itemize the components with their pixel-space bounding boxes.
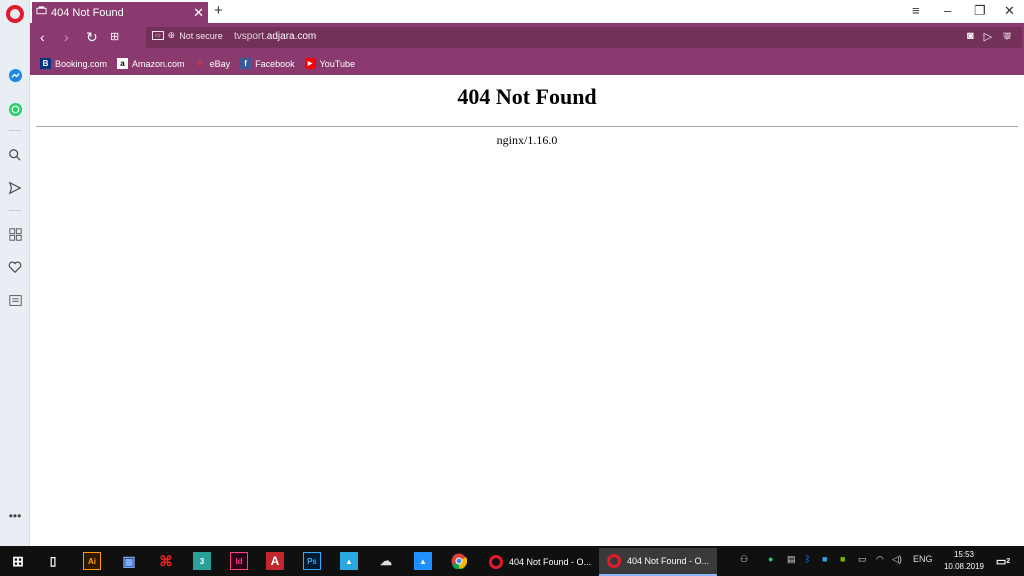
3ds-icon[interactable]: 3 [193,552,211,570]
opera-icon [489,555,503,569]
clock[interactable]: 15:53 10.08.2019 [944,549,984,573]
server-signature: nginx/1.16.0 [496,133,558,147]
ebay-icon: e [197,59,203,68]
back-icon[interactable]: ‹ [40,29,45,45]
send-icon[interactable] [7,180,23,196]
taskbar: ⊞ ▯ Ai ▣ ⌘ 3 Id A Ps ▲ ☁ ▲ 404 Not Found… [0,546,1024,576]
speed-dial-icon[interactable] [7,226,23,242]
taskbar-opera-window-active[interactable]: 404 Not Found - O... [599,548,717,576]
bookmark-label: Amazon.com [132,58,185,69]
storage-icon[interactable]: ▤ [787,554,796,565]
messenger-icon[interactable] [7,67,23,83]
url-domain: adjara.com [266,31,317,42]
news-icon[interactable] [7,292,23,308]
bookmarks-bar: B Booking.com a Amazon.com e eBay f Face… [30,52,1024,75]
whatsapp-icon[interactable] [7,101,23,117]
send-icon[interactable]: ▷ [984,30,992,43]
battery-icon[interactable]: ▭ [858,554,867,565]
close-icon[interactable]: ✕ [193,5,204,21]
app-tray-icon[interactable]: ■ [822,554,827,564]
youtube-icon: ▶ [304,58,316,69]
taskbar-task-label: 404 Not Found - O... [509,557,592,567]
more-icon[interactable]: ••• [7,508,23,524]
bookmark-label: Facebook [255,58,295,69]
bookmark-facebook[interactable]: f Facebook [240,58,295,69]
new-tab-button[interactable]: + [214,2,223,19]
globe-icon: ⊕ [167,30,176,40]
badge-icon: ▭ [152,31,164,40]
easy-setup-icon[interactable]: ≡ [1004,29,1011,43]
notification-count: 2 [1006,557,1011,565]
clock-time: 15:53 [953,550,974,559]
bookmark-label: eBay [209,58,231,69]
task-view-icon[interactable]: ▯ [44,552,62,570]
nvidia-icon[interactable]: ■ [840,554,845,564]
divider [36,126,1018,127]
notifications-icon[interactable]: ▭ 2 [994,552,1012,570]
people-icon[interactable]: ⚇ [740,554,748,565]
close-window-button[interactable]: ✕ [1004,3,1015,19]
autocad-icon[interactable]: A [266,552,284,570]
address-bar: ‹ › ↻ ⊞ ▭ ⊕ Not secure tvsport.adjara.co… [30,23,1024,52]
opera-icon [607,554,621,568]
heart-icon[interactable] [7,259,23,275]
page-heading: 404 Not Found [457,84,597,109]
tab-favicon-icon [36,6,47,19]
chrome-icon[interactable] [450,552,468,570]
taskbar-task-label: 404 Not Found - O... [627,556,710,566]
indesign-icon[interactable]: Id [230,552,248,570]
tab-title: 404 Not Found [51,6,124,19]
reload-icon[interactable]: ↻ [86,29,98,46]
tab-active[interactable]: 404 Not Found ✕ [32,2,208,23]
bookmark-label: Booking.com [55,58,108,69]
bookmark-booking[interactable]: B Booking.com [40,58,107,69]
url-field[interactable]: ▭ ⊕ Not secure tvsport.adjara.com ◙ ▷ ♡ [146,27,1022,48]
facebook-icon: f [240,58,252,69]
wifi-icon[interactable]: ◠ [876,554,884,565]
app-icon[interactable]: ▲ [340,552,358,570]
minimize-button[interactable]: – [944,3,951,18]
amazon-icon: a [117,58,129,69]
url-subdomain: tvsport. [234,31,267,42]
bookmark-ebay[interactable]: e eBay [195,58,231,69]
tabs-grid-icon[interactable]: ⊞ [110,30,119,43]
bookmark-amazon[interactable]: a Amazon.com [117,58,185,69]
bookmark-youtube[interactable]: ▶ YouTube [304,58,355,69]
opera-sidebar: ••• [0,0,30,546]
app-icon[interactable]: ☁ [377,552,395,570]
taskbar-opera-window[interactable]: 404 Not Found - O... [481,548,595,576]
app-icon[interactable]: ▲ [414,552,432,570]
opera-logo-icon[interactable] [6,5,24,23]
language-indicator[interactable]: ENG [913,554,933,564]
forward-icon[interactable]: › [64,29,69,45]
booking-icon: B [40,58,51,69]
shield-icon[interactable]: ● [768,554,773,564]
sidebar-separator [9,130,21,131]
acrobat-icon[interactable]: ⌘ [157,552,175,570]
security-label: Not secure [179,30,223,41]
page-content: 404 Not Found nginx/1.16.0 [30,75,1024,546]
windows-start-icon[interactable]: ⊞ [9,552,27,570]
bookmark-label: YouTube [319,58,355,69]
tab-bar: 404 Not Found ✕ + ≡ – ❐ ✕ [30,0,1024,23]
security-indicator[interactable]: ▭ ⊕ Not secure [152,30,223,41]
volume-icon[interactable]: ◁) [892,554,902,565]
restore-button[interactable]: ❐ [974,3,986,19]
search-icon[interactable] [7,147,23,163]
save-app-icon[interactable]: ▣ [120,552,138,570]
illustrator-icon[interactable]: Ai [83,552,101,570]
photoshop-icon[interactable]: Ps [303,552,321,570]
tab-menu-icon[interactable]: ≡ [912,3,920,18]
url-text[interactable]: tvsport.adjara.com [234,31,316,42]
camera-icon[interactable]: ◙ [967,30,974,43]
sidebar-separator [9,210,21,211]
bluetooth-icon[interactable]: ᛒ [805,554,810,564]
clock-date: 10.08.2019 [943,562,984,571]
